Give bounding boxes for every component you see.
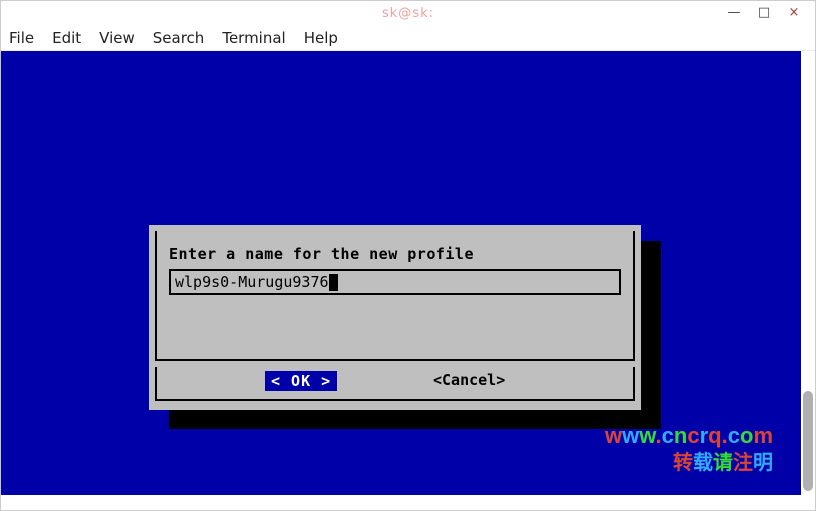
menu-view[interactable]: View [99, 29, 135, 47]
scrollbar-thumb[interactable] [803, 391, 813, 491]
vertical-scrollbar[interactable] [801, 51, 813, 495]
menu-edit[interactable]: Edit [52, 29, 81, 47]
close-button[interactable]: × [779, 1, 809, 23]
minimize-button[interactable]: — [719, 1, 749, 23]
dialog-prompt: Enter a name for the new profile [169, 245, 474, 263]
menu-search[interactable]: Search [153, 29, 205, 47]
watermark-text: 转载请注明 [673, 446, 773, 475]
maximize-button[interactable]: □ [749, 1, 779, 23]
text-cursor [329, 274, 338, 291]
cancel-button[interactable]: <Cancel> [433, 371, 505, 389]
window-controls: — □ × [719, 1, 809, 23]
menu-file[interactable]: File [9, 29, 34, 47]
dialog-button-row: < OK > <Cancel> [155, 367, 635, 401]
profile-name-input[interactable]: wlp9s0-Murugu9376 [169, 269, 621, 295]
menubar: File Edit View Search Terminal Help [1, 25, 815, 51]
window-title: sk@sk: [382, 6, 434, 21]
menu-help[interactable]: Help [304, 29, 338, 47]
ok-button[interactable]: < OK > [265, 371, 337, 391]
menu-terminal[interactable]: Terminal [222, 29, 285, 47]
window-titlebar: sk@sk: — □ × [1, 1, 815, 25]
terminal-viewport: Enter a name for the new profile wlp9s0-… [1, 51, 801, 495]
profile-name-input-value: wlp9s0-Murugu9376 [175, 273, 329, 291]
profile-name-dialog: Enter a name for the new profile wlp9s0-… [149, 225, 641, 410]
